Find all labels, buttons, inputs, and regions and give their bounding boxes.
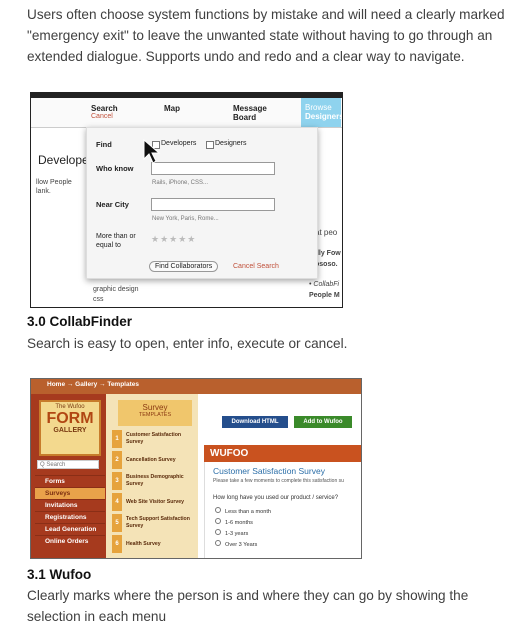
nav-item-forms[interactable]: Forms <box>35 475 105 487</box>
nav-item-surveys[interactable]: Surveys <box>35 487 105 499</box>
template-item[interactable]: 3 Business Demographic Survey <box>112 472 194 490</box>
designers-label: Designers <box>215 140 247 147</box>
search-cancel-link[interactable]: Cancel <box>91 113 113 120</box>
radio-option-label: Less than a month <box>225 509 272 515</box>
template-number: 5 <box>112 514 122 532</box>
find-label: Find <box>96 140 112 149</box>
bg-illy: illy Fow <box>315 250 341 257</box>
find-collaborators-button[interactable]: Find Collaborators <box>149 261 219 272</box>
template-item[interactable]: 5 Tech Support Satisfaction Survey <box>112 514 194 532</box>
bg-graphic: graphic design <box>93 286 139 293</box>
template-number: 2 <box>112 451 122 469</box>
bg-developers-heading: Develope <box>38 153 89 167</box>
near-city-hint: New York, Paris, Rome... <box>152 216 219 222</box>
survey-subtitle: TEMPLATES <box>138 412 172 418</box>
collabfinder-screenshot: Search Map Message Board Browse Designer… <box>30 92 343 308</box>
radio-option[interactable]: 1-6 months <box>215 518 253 526</box>
who-know-input[interactable] <box>151 162 275 175</box>
near-city-label: Near City <box>96 200 129 209</box>
radio-icon <box>215 529 221 535</box>
nav-item-online-orders[interactable]: Online Orders <box>35 535 105 547</box>
bg-collab: • CollabFi <box>309 281 340 288</box>
developers-label: Developers <box>161 140 197 147</box>
template-label: Customer Satisfaction Survey <box>126 432 182 445</box>
designers-checkbox[interactable] <box>206 141 214 149</box>
radio-option[interactable]: Less than a month <box>215 507 271 515</box>
tab-browse-designers[interactable]: Browse Designers <box>301 98 343 127</box>
wufoo-brand-bar: WUFOO <box>204 445 361 462</box>
nav-item-invitations[interactable]: Invitations <box>35 499 105 511</box>
cancel-search-link[interactable]: Cancel Search <box>233 263 279 270</box>
browse-line1: Browse <box>305 103 332 112</box>
template-label: Web Site Visitor Survey <box>126 499 185 505</box>
template-label: Tech Support Satisfaction Survey <box>126 516 190 529</box>
bg-css: css <box>93 296 104 303</box>
left-sidebar: The Wufoo FORM GALLERY Q Search Forms Su… <box>31 394 106 558</box>
more-than-label: More than or equal to <box>96 233 136 249</box>
survey-templates-header: Survey TEMPLATES <box>118 400 192 426</box>
wufoo-logo: WUFOO <box>210 448 249 459</box>
radio-option-label: 1-3 years <box>225 531 249 537</box>
intro-paragraph: Users often choose system functions by m… <box>27 7 505 64</box>
breadcrumb: Home → Gallery → Templates <box>31 379 361 394</box>
gallery-search-input[interactable]: Q Search <box>37 460 99 469</box>
breadcrumb-text[interactable]: Home → Gallery → Templates <box>47 381 139 388</box>
browse-line2: Designers <box>305 112 343 121</box>
template-number: 6 <box>112 535 122 553</box>
radio-option-label: 1-6 months <box>225 520 253 526</box>
template-number: 3 <box>112 472 122 490</box>
tab-bar: Search Map Message Board Browse Designer… <box>31 98 342 128</box>
add-to-wufoo-button[interactable]: Add to Wufoo <box>294 416 352 428</box>
who-know-hint: Rails, iPhone, CSS... <box>152 180 209 186</box>
caption1-title: 3.0 CollabFinder <box>27 314 133 329</box>
template-item[interactable]: 4 Web Site Visitor Survey <box>112 493 194 511</box>
tab-search[interactable]: Search <box>91 104 118 113</box>
tab-message-board[interactable]: Message Board <box>233 104 273 122</box>
template-number: 4 <box>112 493 122 511</box>
bg-at-peo: at peo <box>315 228 338 237</box>
radio-option-label: Over 3 Years <box>225 542 258 548</box>
near-city-input[interactable] <box>151 198 275 211</box>
bg-text-b: lank. <box>36 188 51 195</box>
radio-option[interactable]: Over 3 Years <box>215 540 257 548</box>
form-question: How long have you used our product / ser… <box>213 495 339 501</box>
radio-option[interactable]: 1-3 years <box>215 529 248 537</box>
bg-people-m: People M <box>309 292 340 299</box>
logo-line2: FORM <box>46 410 94 427</box>
template-item[interactable]: 2 Cancellation Survey <box>112 451 194 469</box>
template-list: Survey TEMPLATES 1 Customer Satisfaction … <box>106 394 198 558</box>
form-title: Customer Satisfaction Survey <box>213 466 325 476</box>
form-preview: Customer Satisfaction Survey Please take… <box>204 462 361 558</box>
form-subtitle: Please take a few moments to complete th… <box>213 478 344 484</box>
caption1-text: Search is easy to open, enter info, exec… <box>27 336 348 351</box>
template-label: Health Survey <box>126 541 161 547</box>
who-know-label: Who know <box>96 164 134 173</box>
bg-text-a: llow People <box>36 179 72 186</box>
form-gallery-logo: The Wufoo FORM GALLERY <box>39 400 101 456</box>
radio-icon <box>215 540 221 546</box>
logo-line3: GALLERY <box>53 427 87 434</box>
rating-stars[interactable]: ★★★★★ <box>151 234 196 245</box>
template-number: 1 <box>112 430 122 448</box>
search-panel: Find Developers Designers Who know Rails… <box>86 127 318 279</box>
bg-ososo: ososo. <box>315 261 338 268</box>
mouse-cursor-icon <box>143 139 161 164</box>
template-label: Cancellation Survey <box>126 457 176 463</box>
nav-item-lead-generation[interactable]: Lead Generation <box>35 523 105 535</box>
survey-title: Survey <box>142 403 168 412</box>
radio-icon <box>215 518 221 524</box>
template-label: Business Demographic Survey <box>126 474 184 487</box>
radio-icon <box>215 507 221 513</box>
download-html-button[interactable]: Download HTML <box>222 416 288 428</box>
template-item[interactable]: 1 Customer Satisfaction Survey <box>112 430 194 448</box>
caption2-title: 3.1 Wufoo <box>27 567 92 582</box>
tab-map[interactable]: Map <box>164 104 180 113</box>
template-item[interactable]: 6 Health Survey <box>112 535 194 553</box>
wufoo-screenshot: Home → Gallery → Templates The Wufoo FOR… <box>30 378 362 559</box>
template-preview: Download HTML Add to Wufoo WUFOO Custome… <box>198 394 361 558</box>
nav-item-registrations[interactable]: Registrations <box>35 511 105 523</box>
caption2-text: Clearly marks where the person is and wh… <box>27 588 469 624</box>
